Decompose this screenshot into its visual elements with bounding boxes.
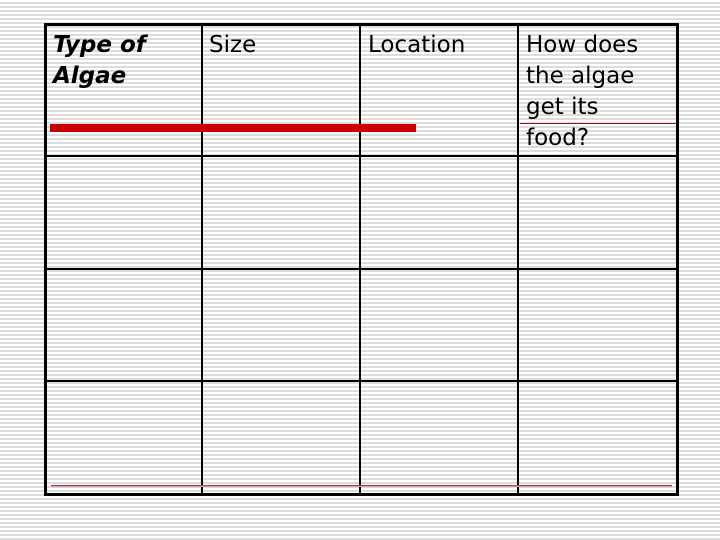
header-line: Size <box>209 32 257 58</box>
column-divider <box>517 26 519 493</box>
header-line: How does <box>526 32 639 58</box>
header-line: Location <box>368 32 466 58</box>
column-divider <box>201 26 203 493</box>
header-type-of-algae: Type of Algae <box>53 30 146 92</box>
header-size: Size <box>209 30 256 61</box>
row-divider <box>47 268 676 270</box>
bottom-thin-line <box>51 485 672 487</box>
column-divider <box>359 26 361 493</box>
algae-worksheet-table: Type of Algae Size Location How does the… <box>44 23 679 496</box>
header-line: the algae <box>526 63 635 89</box>
red-underline-bar <box>50 124 416 132</box>
row-divider <box>47 380 676 382</box>
row-divider <box>47 155 676 157</box>
header-line: food? <box>526 125 590 151</box>
header-how-does-algae-get-food: How does the algae get its food? <box>526 30 638 154</box>
header-line: Type of <box>53 32 146 58</box>
header-line: get its <box>526 94 599 120</box>
header-location: Location <box>368 30 465 61</box>
header-line: Algae <box>53 63 127 89</box>
